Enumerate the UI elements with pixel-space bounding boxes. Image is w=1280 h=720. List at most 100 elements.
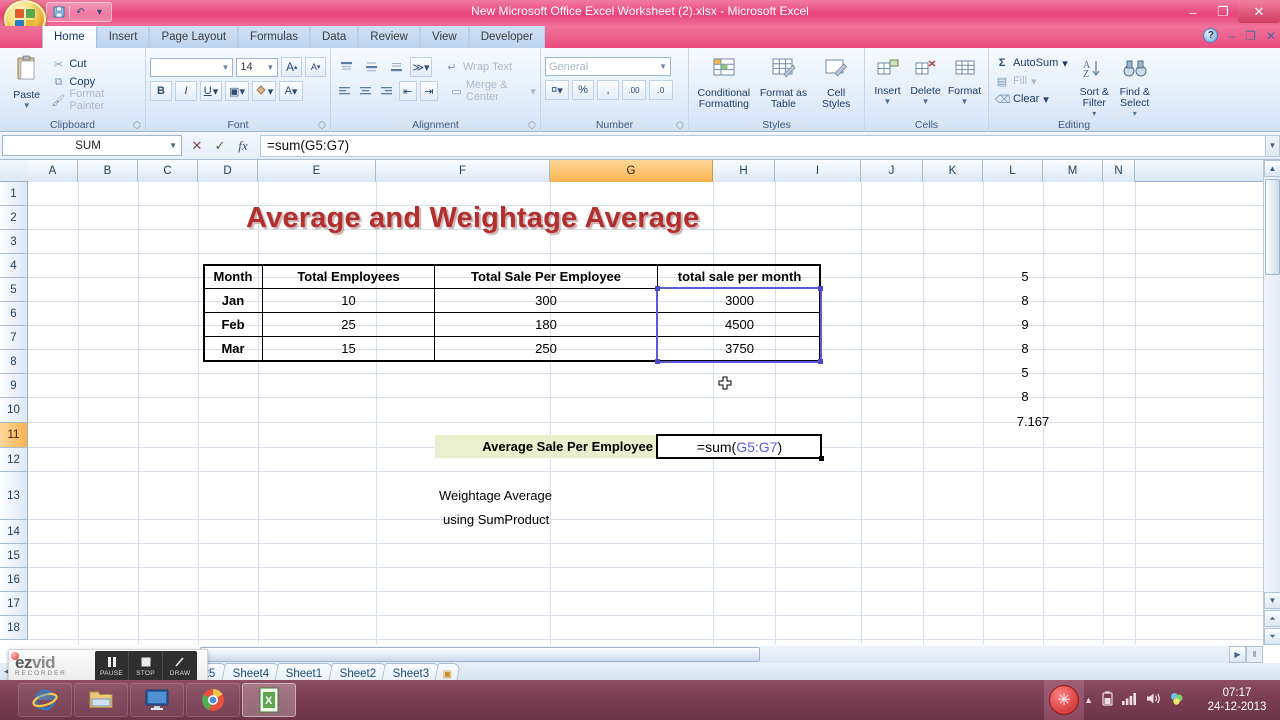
undo-icon[interactable]: ↶	[72, 4, 89, 20]
decrease-decimal-button[interactable]: .0	[649, 80, 673, 100]
format-painter-button[interactable]: 🖌 Format Painter	[49, 88, 141, 112]
row-header-13[interactable]: 13	[0, 472, 28, 520]
name-box-dropdown-icon[interactable]: ▼	[169, 141, 177, 150]
action-center-icon[interactable]	[1170, 692, 1184, 708]
start-button[interactable]	[0, 680, 18, 720]
table-cell-sale-per-employee[interactable]: 180	[435, 313, 657, 336]
tab-developer[interactable]: Developer	[468, 26, 546, 48]
clear-button[interactable]: ⌫ Clear ▾	[993, 90, 1074, 108]
row-header-10[interactable]: 10	[0, 398, 28, 423]
align-bottom-button[interactable]	[385, 57, 407, 77]
ezvid-pause-button[interactable]: PAUSE	[95, 651, 129, 681]
wrap-text-button[interactable]: ↵ Wrap Text	[443, 58, 512, 76]
scroll-down-icon[interactable]: ▼	[1264, 592, 1280, 609]
column-j-value[interactable]: 8	[994, 337, 1056, 360]
row-header-2[interactable]: 2	[0, 206, 28, 230]
table-cell-sale-per-employee[interactable]: 250	[435, 337, 657, 360]
number-format-combo[interactable]: General ▼	[545, 57, 671, 76]
table-cell-month[interactable]: Jan	[204, 289, 262, 312]
table-cell-employees[interactable]: 10	[263, 289, 434, 312]
network-signal-icon[interactable]	[1122, 692, 1137, 708]
borders-button[interactable]: ▣ ▾	[225, 81, 249, 101]
row-header-7[interactable]: 7	[0, 326, 28, 350]
table-cell-sale-per-month[interactable]: 4500	[658, 313, 821, 336]
align-top-button[interactable]	[335, 57, 357, 77]
column-header-a[interactable]: A	[28, 160, 78, 182]
column-j-value[interactable]: 8	[994, 385, 1056, 408]
worksheet-title[interactable]: Average and Weightage Average	[246, 202, 699, 235]
taskbar-internet-explorer[interactable]	[18, 683, 72, 717]
tab-view[interactable]: View	[420, 26, 469, 48]
scroll-right-icon[interactable]: ▶	[1229, 646, 1246, 663]
taskbar-microsoft-excel[interactable]: X	[242, 683, 296, 717]
table-header-month[interactable]: Month	[204, 265, 262, 288]
scroll-up-icon[interactable]: ▲	[1264, 160, 1280, 177]
close-workbook-icon[interactable]: ✕	[1266, 29, 1276, 43]
help-icon[interactable]: ?	[1203, 28, 1219, 43]
accounting-format-button[interactable]: ¤ ▾	[545, 80, 569, 100]
row-header-9[interactable]: 9	[0, 374, 28, 398]
formula-input[interactable]: =sum(G5:G7)	[260, 134, 1265, 157]
column-j-value[interactable]: 5	[994, 265, 1056, 288]
fill-button[interactable]: ▤ Fill ▾	[993, 72, 1074, 90]
average-sale-label[interactable]: Average Sale Per Employee	[435, 435, 657, 458]
align-left-button[interactable]	[335, 81, 353, 101]
shrink-font-button[interactable]: A ▾	[305, 57, 326, 77]
name-box[interactable]: SUM ▼	[2, 135, 182, 156]
column-header-e[interactable]: E	[258, 160, 376, 182]
table-cell-sale-per-employee[interactable]: 300	[435, 289, 657, 312]
table-cell-month[interactable]: Feb	[204, 313, 262, 336]
row-header-16[interactable]: 16	[0, 568, 28, 592]
percent-style-button[interactable]: %	[572, 80, 594, 100]
restore-button[interactable]: ❐	[1208, 1, 1238, 23]
grow-font-button[interactable]: A ▴	[281, 57, 303, 77]
cut-button[interactable]: ✂ Cut	[49, 55, 141, 73]
volume-icon[interactable]	[1146, 692, 1161, 708]
orientation-button[interactable]: ≫ ▾	[410, 57, 432, 77]
table-cell-month[interactable]: Mar	[204, 337, 262, 360]
align-right-button[interactable]	[377, 81, 395, 101]
paste-dropdown-arrow[interactable]: ▼	[23, 101, 31, 110]
taskbar-clock[interactable]: 07:17 24-12-2013	[1194, 686, 1280, 714]
column-j-value[interactable]: 5	[994, 361, 1056, 384]
table-header-total-sale-per-employee[interactable]: Total Sale Per Employee	[435, 265, 657, 288]
comma-style-button[interactable]: ,	[597, 80, 619, 100]
horizontal-scrollbar[interactable]: ▶ ‖	[200, 646, 1263, 663]
scroll-resize-handle[interactable]: ‖	[1246, 646, 1263, 663]
row-header-15[interactable]: 15	[0, 544, 28, 568]
next-page-icon[interactable]: ⏷	[1264, 628, 1280, 645]
ezvid-draw-button[interactable]: DRAW	[163, 651, 197, 681]
cancel-formula-icon[interactable]: ✕	[190, 138, 204, 154]
show-hidden-icons-icon[interactable]: ▲	[1084, 695, 1093, 705]
row-header-1[interactable]: 1	[0, 182, 28, 206]
column-header-h[interactable]: H	[713, 160, 775, 182]
tab-insert[interactable]: Insert	[96, 26, 150, 48]
column-header-l[interactable]: L	[983, 160, 1043, 182]
number-dialog-launcher-icon[interactable]: ⬡	[676, 121, 685, 130]
column-header-n[interactable]: N	[1103, 160, 1135, 182]
row-header-17[interactable]: 17	[0, 592, 28, 616]
close-button[interactable]: ✕	[1238, 1, 1280, 23]
row-header-8[interactable]: 8	[0, 350, 28, 374]
table-cell-employees[interactable]: 15	[263, 337, 434, 360]
fill-color-button[interactable]: ▾	[252, 81, 276, 101]
column-j-value[interactable]: 9	[994, 313, 1056, 336]
ezvid-stop-button[interactable]: STOP	[129, 651, 163, 681]
column-header-k[interactable]: K	[923, 160, 983, 182]
decrease-indent-button[interactable]: ⇤	[398, 81, 417, 101]
font-size-combo[interactable]: 14 ▼	[236, 57, 279, 77]
column-header-f[interactable]: F	[376, 160, 550, 182]
notification-orb[interactable]: ✳	[1044, 680, 1085, 720]
customize-qat-icon[interactable]: ▾	[91, 4, 108, 20]
bold-button[interactable]: B	[150, 81, 172, 101]
restore-workbook-icon[interactable]: ❐	[1245, 29, 1256, 43]
align-middle-button[interactable]	[360, 57, 382, 77]
save-icon[interactable]	[50, 4, 67, 20]
taskbar-file-explorer[interactable]	[74, 683, 128, 717]
font-color-button[interactable]: A ▾	[279, 81, 303, 101]
table-header-total-employees[interactable]: Total Employees	[263, 265, 434, 288]
weightage-average-line1[interactable]: Weightage Average	[435, 483, 657, 507]
align-center-button[interactable]	[356, 81, 374, 101]
italic-button[interactable]: I	[175, 81, 197, 101]
column-header-d[interactable]: D	[198, 160, 258, 182]
